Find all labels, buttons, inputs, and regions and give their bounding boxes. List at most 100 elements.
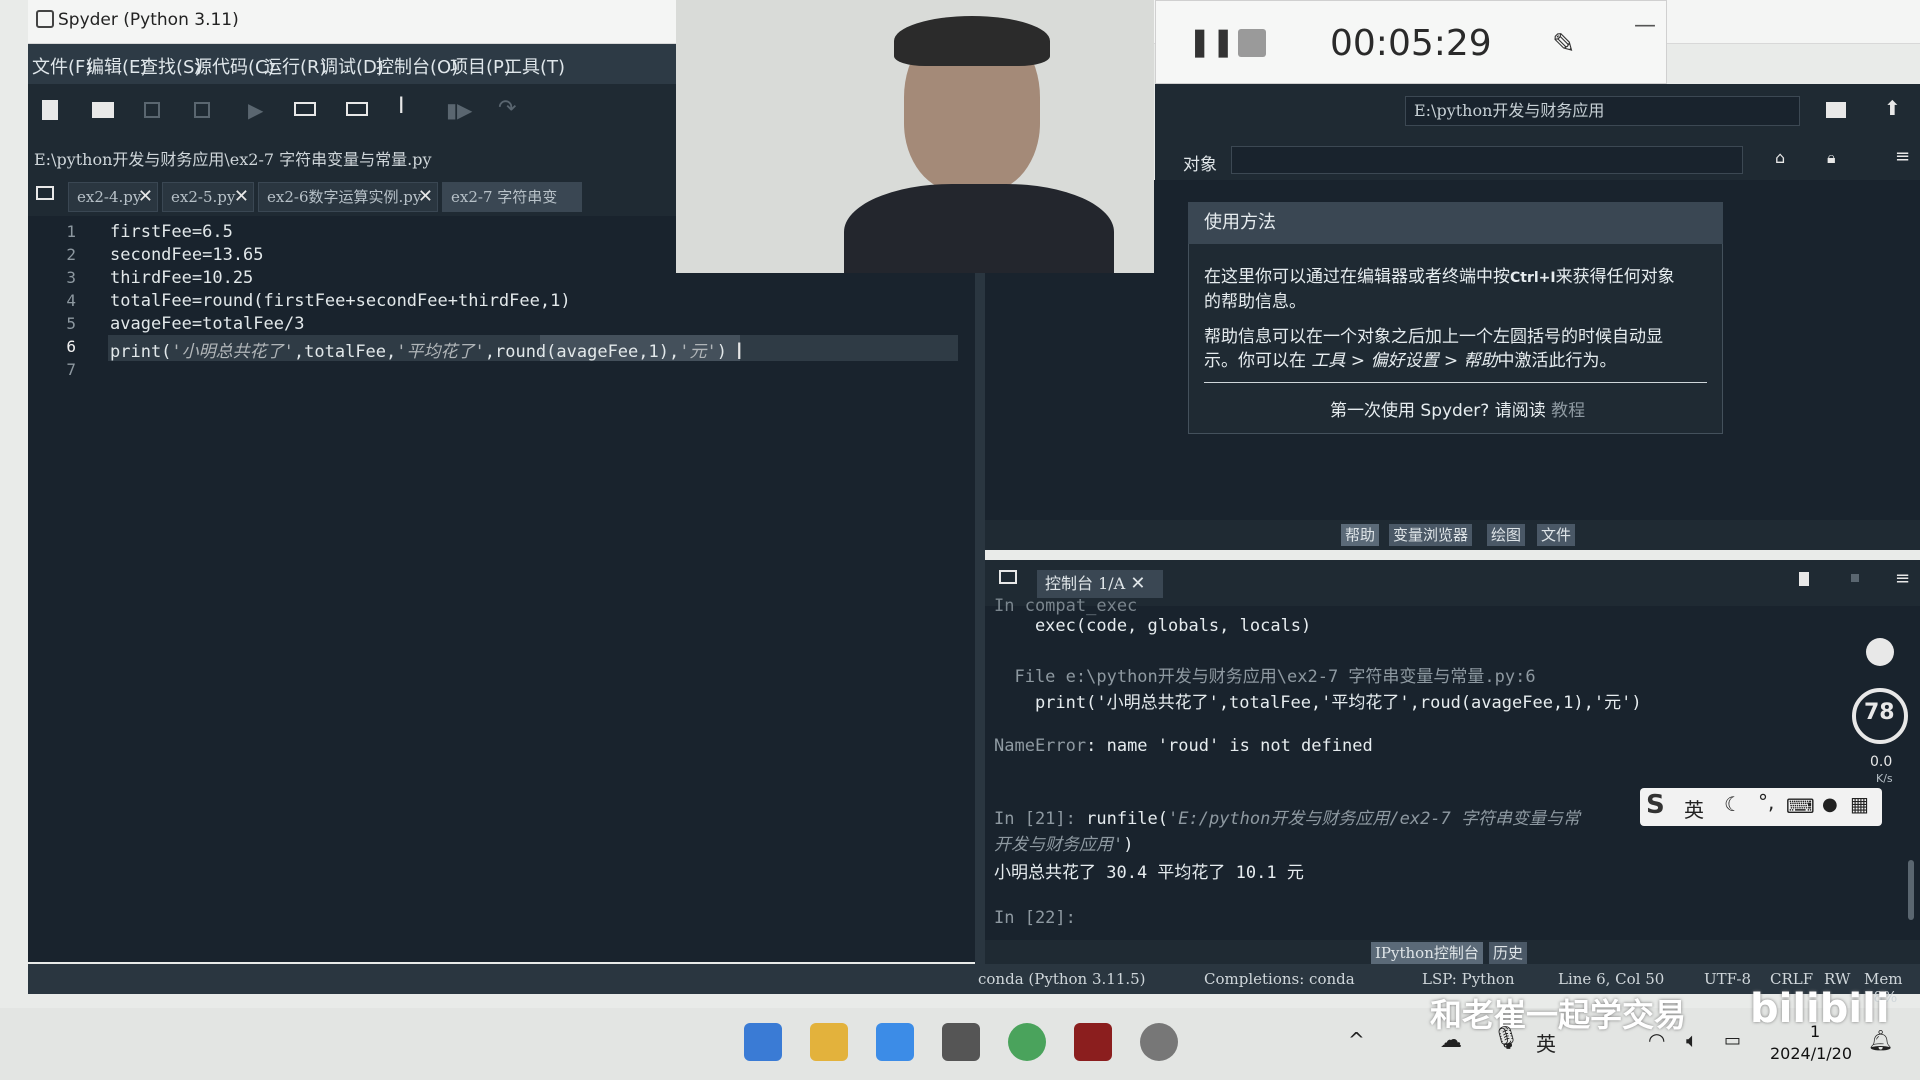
console-scrollbar[interactable] xyxy=(1908,860,1914,920)
editor-tab-bar: ex2-4.py ✕ ex2-5.py ✕ ex2-6数字运算实例.py ✕ ex2-… xyxy=(28,174,678,216)
tray-chevron-icon[interactable]: ^ xyxy=(1348,1028,1365,1052)
menu-source[interactable]: 源代码(C) xyxy=(194,53,275,79)
menu-projects[interactable]: 项目(P) xyxy=(450,53,511,79)
user-icon[interactable]: ● xyxy=(1822,794,1838,815)
run-selection-icon[interactable]: I xyxy=(398,94,405,119)
menu-debug[interactable]: 调试(D) xyxy=(320,53,384,79)
pane-splitter[interactable] xyxy=(975,216,985,964)
lock-icon[interactable]: 🔒︎ xyxy=(1827,148,1836,168)
home-icon[interactable]: ⌂ xyxy=(1775,148,1785,167)
ime-toolbar: S 英 ☾ °, ⌨ ● ▦ xyxy=(1640,788,1882,826)
menu-search[interactable]: 查找(S) xyxy=(140,53,201,79)
tray-wifi-icon[interactable]: ◠ xyxy=(1648,1028,1665,1052)
browse-folder-icon[interactable] xyxy=(1826,102,1846,118)
editor-file-path: E:\python开发与财务应用\ex2-7 字符串变量与常量.py xyxy=(34,150,432,169)
console-tab[interactable]: 控制台 1/A ✕ xyxy=(1037,570,1163,598)
moon-icon[interactable]: ☾ xyxy=(1724,792,1742,816)
object-input[interactable] xyxy=(1231,146,1743,174)
chrome-icon[interactable] xyxy=(1008,1023,1046,1061)
keyboard-icon[interactable]: ⌨ xyxy=(1786,794,1815,818)
help-toolbar: 对象 ⌂ 🔒︎ ≡ xyxy=(1155,140,1920,180)
app-icon[interactable] xyxy=(942,1023,980,1061)
tab-plots[interactable]: 绘图 xyxy=(1487,524,1526,546)
console-document-icon[interactable] xyxy=(1799,572,1809,586)
line-number: 7 xyxy=(66,360,76,379)
tab-files[interactable]: 文件 xyxy=(1537,524,1576,546)
tray-mic-icon[interactable]: 🎙︎ xyxy=(1492,1026,1520,1051)
recording-timer: 00:05:29 xyxy=(1330,23,1492,64)
spyder-logo-icon xyxy=(36,10,54,28)
console-options-icon[interactable]: ≡ xyxy=(1895,568,1910,589)
close-icon[interactable]: ✕ xyxy=(138,183,153,211)
help-paragraph-1: 在这里你可以通过在编辑器或者终端中按Ctrl+I来获得任何对象 xyxy=(1204,267,1675,287)
save-all-icon[interactable] xyxy=(194,102,210,118)
new-file-icon[interactable] xyxy=(42,100,58,120)
tutorial-link[interactable]: 教程 xyxy=(1551,401,1585,421)
clock-date: 2024/1/20 xyxy=(1770,1044,1853,1063)
tab-ex2-7[interactable]: ex2-7 字符串变 xyxy=(442,182,582,212)
text-cursor-icon: I xyxy=(736,340,743,365)
tab-ex2-4[interactable]: ex2-4.py ✕ xyxy=(68,182,158,212)
presenter-video xyxy=(784,16,1154,273)
tab-history[interactable]: 历史 xyxy=(1489,942,1528,964)
redo-icon[interactable]: ↷ xyxy=(498,96,516,121)
close-icon[interactable]: ✕ xyxy=(418,183,433,211)
tab-help[interactable]: 帮助 xyxy=(1341,524,1380,546)
tab-ipython-console[interactable]: IPython控制台 xyxy=(1371,942,1483,964)
screen-recorder-bar: ❚❚ 00:05:29 ✎ — xyxy=(1155,0,1667,84)
tab-ex2-5[interactable]: ex2-5.py ✕ xyxy=(162,182,254,212)
code-line: firstFee=6.5 xyxy=(110,222,233,242)
menu-tools[interactable]: 工具(T) xyxy=(504,53,565,79)
menu-console[interactable]: 控制台(O) xyxy=(376,53,458,79)
close-icon[interactable]: ✕ xyxy=(234,183,249,211)
code-line: thirdFee=10.25 xyxy=(110,268,254,288)
ime-language[interactable]: 英 xyxy=(1684,794,1704,823)
file-explorer-icon[interactable] xyxy=(810,1023,848,1061)
feishu-icon[interactable] xyxy=(876,1023,914,1061)
console-line: print('小明总共花了',totalFee,'平均花了',roud(avag… xyxy=(994,693,1642,713)
tab-ex2-6[interactable]: ex2-6数字运算实例.py ✕ xyxy=(258,182,438,212)
tray-ime-icon[interactable]: 英 xyxy=(1536,1028,1556,1057)
shortcut-key: Ctrl+I xyxy=(1510,270,1556,286)
spyder-taskbar-icon[interactable] xyxy=(1074,1023,1112,1061)
notification-icon[interactable]: 🔔︎ xyxy=(1868,1028,1893,1052)
net-speed-unit: K/s xyxy=(1876,772,1893,785)
debug-icon[interactable]: ▮▶ xyxy=(446,98,472,122)
menu-edit[interactable]: 编辑(E) xyxy=(86,53,147,79)
help-pane-tabs: 帮助 变量浏览器 绘图 文件 xyxy=(985,520,1920,550)
brush-icon[interactable]: ✎ xyxy=(1552,27,1575,60)
first-use-note: 第一次使用 Spyder? 请阅读 教程 xyxy=(1330,401,1586,421)
run-icon[interactable]: ▶ xyxy=(248,98,263,122)
line-number: 5 xyxy=(66,314,76,333)
save-icon[interactable] xyxy=(144,102,160,118)
options-menu-icon[interactable]: ≡ xyxy=(1895,146,1910,167)
open-folder-icon[interactable] xyxy=(92,102,114,118)
menu-run[interactable]: 运行(R) xyxy=(264,53,327,79)
collapse-icon[interactable]: — xyxy=(1634,13,1656,38)
start-icon[interactable] xyxy=(744,1023,782,1061)
tray-volume-icon[interactable]: 🔈︎ xyxy=(1686,1028,1698,1052)
run-cell-icon[interactable] xyxy=(294,102,316,116)
stop-kernel-icon[interactable] xyxy=(1851,574,1859,582)
stop-icon[interactable] xyxy=(1238,29,1266,57)
menu-file[interactable]: 文件(F) xyxy=(32,53,92,79)
console-browse-icon[interactable] xyxy=(999,570,1017,584)
line-number: 4 xyxy=(66,291,76,310)
pause-icon[interactable]: ❚❚ xyxy=(1188,25,1235,58)
editor-browse-icon[interactable] xyxy=(36,186,54,200)
tray-cloud-icon[interactable]: ☁ xyxy=(1440,1028,1462,1053)
tab-variable-explorer[interactable]: 变量浏览器 xyxy=(1389,524,1473,546)
console-prompt-22: In [22]: xyxy=(994,908,1076,928)
apps-grid-icon[interactable]: ▦ xyxy=(1850,792,1869,816)
parent-directory-icon[interactable]: ⬆ xyxy=(1884,96,1901,120)
tray-battery-icon[interactable]: ▭ xyxy=(1724,1030,1741,1051)
webcam-overlay xyxy=(676,0,1154,273)
status-conda: conda (Python 3.11.5) xyxy=(978,970,1146,988)
line-number: 3 xyxy=(66,268,76,287)
close-icon[interactable]: ✕ xyxy=(1130,573,1145,594)
working-directory-combo[interactable]: E:\python开发与财务应用 xyxy=(1405,96,1800,126)
punctuation-icon[interactable]: °, xyxy=(1758,790,1774,814)
run-cell-advance-icon[interactable] xyxy=(346,102,368,116)
ipython-console[interactable] xyxy=(985,606,1920,940)
recorder-taskbar-icon[interactable] xyxy=(1140,1023,1178,1061)
